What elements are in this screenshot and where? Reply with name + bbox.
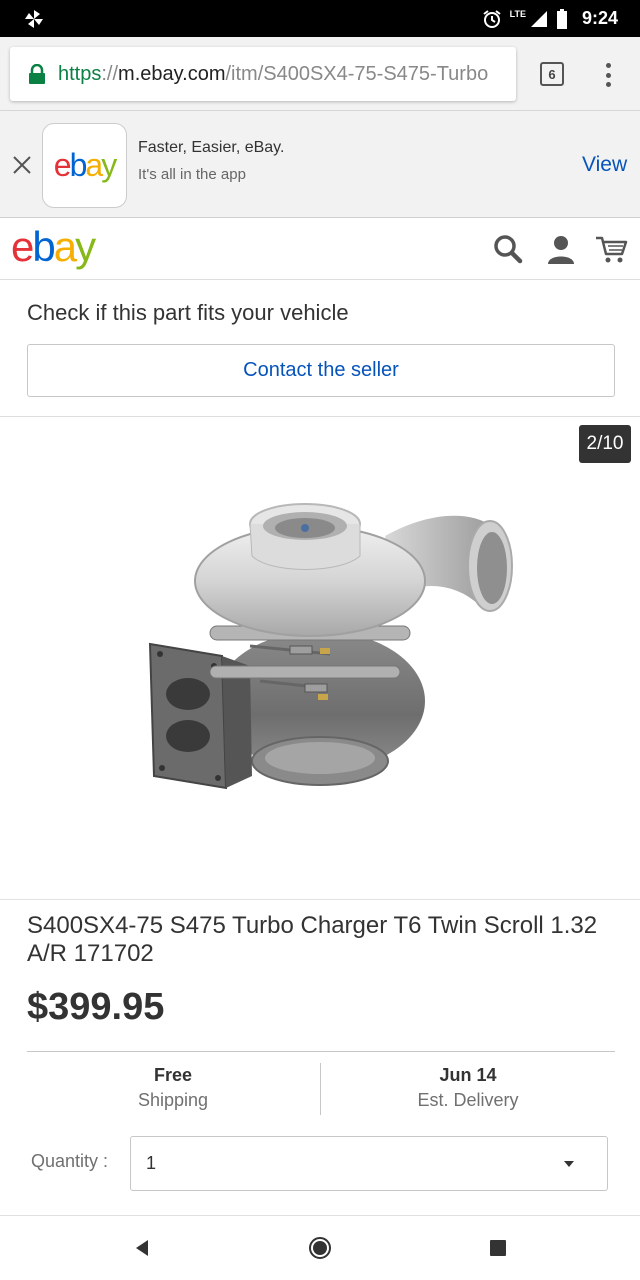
- user-icon[interactable]: [544, 232, 578, 266]
- image-counter: 2/10: [579, 425, 631, 463]
- quantity-value: 1: [146, 1153, 157, 1173]
- app-logo: ebay: [42, 123, 127, 208]
- ebay-home-logo[interactable]: ebay: [11, 222, 96, 272]
- alarm-icon: [483, 9, 501, 28]
- delivery-info: Jun 14 Est. Delivery: [321, 1064, 615, 1114]
- url-host: m.ebay.com: [118, 62, 226, 85]
- url-path: /itm/S400SX4-75-S475-Turbo: [225, 62, 489, 85]
- quantity-label: Quantity :: [31, 1151, 109, 1171]
- signal-icon: [530, 10, 547, 27]
- cart-icon[interactable]: [594, 232, 628, 266]
- pinwheel-icon: [25, 10, 43, 28]
- view-app-button[interactable]: View: [582, 153, 627, 177]
- delivery-value: Jun 14: [439, 1065, 497, 1085]
- divider: [27, 1051, 615, 1052]
- shipping-info: Free Shipping: [26, 1064, 320, 1114]
- product-image[interactable]: [140, 496, 530, 808]
- back-icon[interactable]: [130, 1236, 154, 1260]
- clock: 9:24: [581, 8, 618, 28]
- contact-seller-button[interactable]: Contact the seller: [27, 344, 615, 397]
- delivery-label: Est. Delivery: [417, 1090, 519, 1110]
- lock-icon: [29, 64, 45, 84]
- battery-icon: [556, 8, 567, 29]
- url-text: https://m.ebay.com/itm/S400SX4-75-S475-T…: [58, 63, 488, 86]
- ebay-logo: ebay: [53, 147, 117, 183]
- fitment-section: Check if this part fits your vehicle Con…: [0, 280, 640, 417]
- overflow-menu-icon[interactable]: [598, 61, 618, 89]
- shipping-value: Free: [153, 1065, 193, 1085]
- tabs-icon[interactable]: 6: [540, 62, 564, 86]
- shipping-label: Shipping: [137, 1090, 209, 1110]
- product-title: S400SX4-75 S475 Turbo Charger T6 Twin Sc…: [27, 912, 598, 967]
- image-gallery[interactable]: 2/10: [0, 418, 640, 900]
- search-icon[interactable]: [491, 232, 525, 266]
- banner-subline: It's all in the app: [138, 166, 246, 183]
- close-icon[interactable]: [10, 153, 34, 177]
- status-icons: LTE 9:24: [482, 0, 618, 37]
- network-type: LTE: [509, 8, 526, 19]
- product-price: $399.95: [27, 986, 165, 1028]
- recents-icon[interactable]: [486, 1236, 510, 1260]
- android-nav-bar: [0, 1215, 640, 1280]
- address-bar[interactable]: https://m.ebay.com/itm/S400SX4-75-S475-T…: [10, 47, 516, 101]
- banner-headline: Faster, Easier, eBay.: [138, 139, 285, 156]
- url-scheme: https: [58, 62, 102, 85]
- app-install-banner: ebay Faster, Easier, eBay. It's all in t…: [0, 111, 640, 218]
- home-icon[interactable]: [308, 1236, 332, 1260]
- status-bar: LTE 9:24: [0, 0, 640, 37]
- fitment-title: Check if this part fits your vehicle: [27, 300, 349, 325]
- quantity-select[interactable]: 1: [130, 1136, 608, 1191]
- dropdown-caret-icon: [564, 1161, 574, 1167]
- site-header: ebay: [0, 218, 640, 280]
- browser-toolbar: https://m.ebay.com/itm/S400SX4-75-S475-T…: [0, 37, 640, 111]
- url-separator: ://: [101, 62, 119, 85]
